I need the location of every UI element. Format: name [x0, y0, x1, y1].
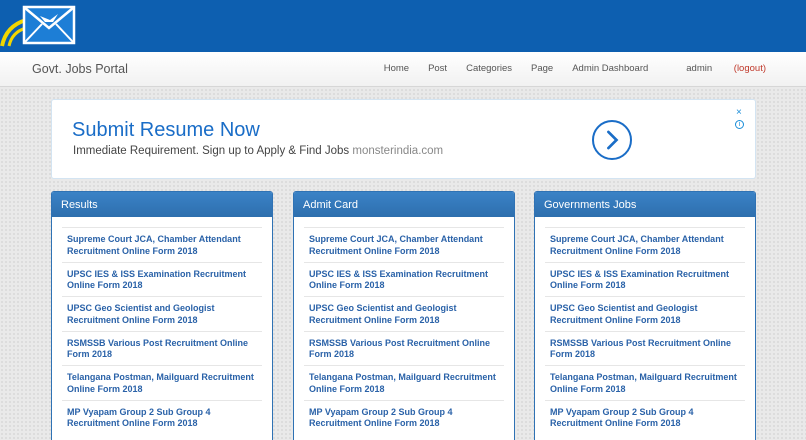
- logout-link[interactable]: (logout): [734, 63, 766, 74]
- panel-list: Supreme Court JCA, Chamber Attendant Rec…: [294, 217, 514, 434]
- panel-list: Supreme Court JCA, Chamber Attendant Rec…: [535, 217, 755, 434]
- info-icon[interactable]: i: [735, 120, 744, 129]
- envelope-logo-icon[interactable]: [0, 0, 80, 50]
- list-item[interactable]: MP Vyapam Group 2 Sub Group 4 Recruitmen…: [62, 399, 262, 435]
- panel-governments-jobs: Governments Jobs Supreme Court JCA, Cham…: [534, 191, 756, 440]
- list-item[interactable]: RSMSSB Various Post Recruitment Online F…: [545, 330, 745, 366]
- nav-admin-dashboard[interactable]: Admin Dashboard: [572, 63, 648, 74]
- list-item[interactable]: UPSC Geo Scientist and Geologist Recruit…: [545, 296, 745, 331]
- site-header: [0, 0, 806, 52]
- close-icon[interactable]: ×: [736, 108, 742, 118]
- list-item[interactable]: Telangana Postman, Mailguard Recruitment…: [304, 365, 504, 400]
- panel-results: Results Supreme Court JCA, Chamber Atten…: [51, 191, 273, 440]
- list-item[interactable]: UPSC IES & ISS Examination Recruitment O…: [62, 261, 262, 297]
- panel-admit-card: Admit Card Supreme Court JCA, Chamber At…: [293, 191, 515, 440]
- list-item[interactable]: MP Vyapam Group 2 Sub Group 4 Recruitmen…: [304, 399, 504, 435]
- nav-page[interactable]: Page: [531, 63, 553, 74]
- panel-list: Supreme Court JCA, Chamber Attendant Rec…: [52, 217, 272, 434]
- list-item[interactable]: RSMSSB Various Post Recruitment Online F…: [62, 330, 262, 366]
- panel-title: Governments Jobs: [535, 192, 755, 217]
- brand-link[interactable]: Govt. Jobs Portal: [32, 62, 128, 76]
- list-item[interactable]: UPSC Geo Scientist and Geologist Recruit…: [304, 296, 504, 331]
- ad-title[interactable]: Submit Resume Now: [72, 119, 260, 142]
- chevron-right-icon[interactable]: [592, 120, 632, 160]
- panel-title: Admit Card: [294, 192, 514, 217]
- list-item[interactable]: UPSC IES & ISS Examination Recruitment O…: [545, 261, 745, 297]
- nav-user: admin (logout): [667, 63, 766, 74]
- list-item[interactable]: UPSC Geo Scientist and Geologist Recruit…: [62, 296, 262, 331]
- list-item[interactable]: Supreme Court JCA, Chamber Attendant Rec…: [62, 227, 262, 262]
- ad-subtitle-text: Immediate Requirement. Sign up to Apply …: [73, 145, 350, 157]
- nav-categories[interactable]: Categories: [466, 63, 512, 74]
- ad-domain: monsterindia.com: [352, 145, 444, 157]
- ad-subtitle: Immediate Requirement. Sign up to Apply …: [73, 145, 443, 157]
- list-item[interactable]: RSMSSB Various Post Recruitment Online F…: [304, 330, 504, 366]
- nav-links: Home Post Categories Page Admin Dashboar…: [365, 63, 766, 74]
- ad-banner[interactable]: Submit Resume Now Immediate Requirement.…: [51, 99, 756, 179]
- nav-username: admin: [686, 63, 713, 74]
- list-item[interactable]: Supreme Court JCA, Chamber Attendant Rec…: [304, 227, 504, 262]
- navbar: Govt. Jobs Portal Home Post Categories P…: [0, 52, 806, 87]
- nav-post[interactable]: Post: [428, 63, 447, 74]
- nav-home[interactable]: Home: [384, 63, 409, 74]
- panel-title: Results: [52, 192, 272, 217]
- list-item[interactable]: Telangana Postman, Mailguard Recruitment…: [545, 365, 745, 400]
- list-item[interactable]: UPSC IES & ISS Examination Recruitment O…: [304, 261, 504, 297]
- list-item[interactable]: Telangana Postman, Mailguard Recruitment…: [62, 365, 262, 400]
- list-item[interactable]: MP Vyapam Group 2 Sub Group 4 Recruitmen…: [545, 399, 745, 435]
- list-item[interactable]: Supreme Court JCA, Chamber Attendant Rec…: [545, 227, 745, 262]
